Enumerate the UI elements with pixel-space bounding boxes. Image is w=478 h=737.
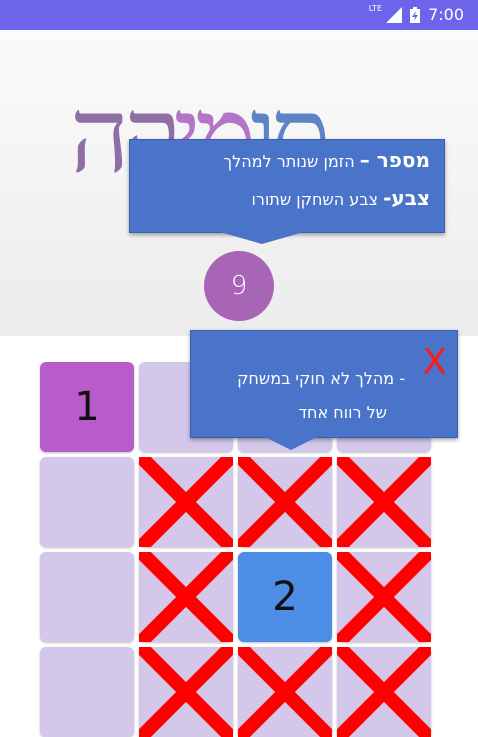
battery-charging-icon [410,6,421,23]
board-cell[interactable] [40,647,134,737]
network-type-label: LTE [368,4,383,13]
tooltip-line: מספר – הזמן שנותר למהלך [224,148,430,172]
board-cell[interactable]: 2 [238,552,332,642]
tooltip-text: של רווח אחד [298,403,387,422]
logo-letter: ה [70,74,130,196]
tooltip-line: צבע- צבע השחקן שתורו [252,186,430,210]
tooltip-text: הזמן שנותר למהלך [223,152,355,171]
turn-timer: 9 [204,251,274,321]
tooltip-bold-text: צבע- [383,186,430,210]
board-cell[interactable] [337,457,431,547]
signal-icon [386,6,403,23]
timer-explanation-tooltip: מספר – הזמן שנותר למהלך צבע- צבע השחקן ש… [129,139,445,244]
board-cell[interactable] [139,647,233,737]
board-cell[interactable] [337,552,431,642]
tooltip-text: - מהלך לא חוקי במשחק [237,369,405,388]
tooltip-text: צבע השחקן שתורו [251,190,379,209]
board-cell[interactable] [139,552,233,642]
board-cell[interactable] [40,552,134,642]
status-bar: LTE 7:00 [0,0,478,30]
board-cell[interactable] [238,457,332,547]
illegal-move-x-icon: X [422,342,447,383]
illegal-move-tooltip: X - מהלך לא חוקי במשחק של רווח אחד [190,330,458,450]
board-cell[interactable] [139,457,233,547]
board-cell[interactable] [238,647,332,737]
clock: 7:00 [428,5,464,24]
tooltip-bold-text: מספר – [359,148,430,172]
board-cell[interactable]: 1 [40,362,134,452]
board-cell[interactable] [40,457,134,547]
board-cell[interactable] [337,647,431,737]
